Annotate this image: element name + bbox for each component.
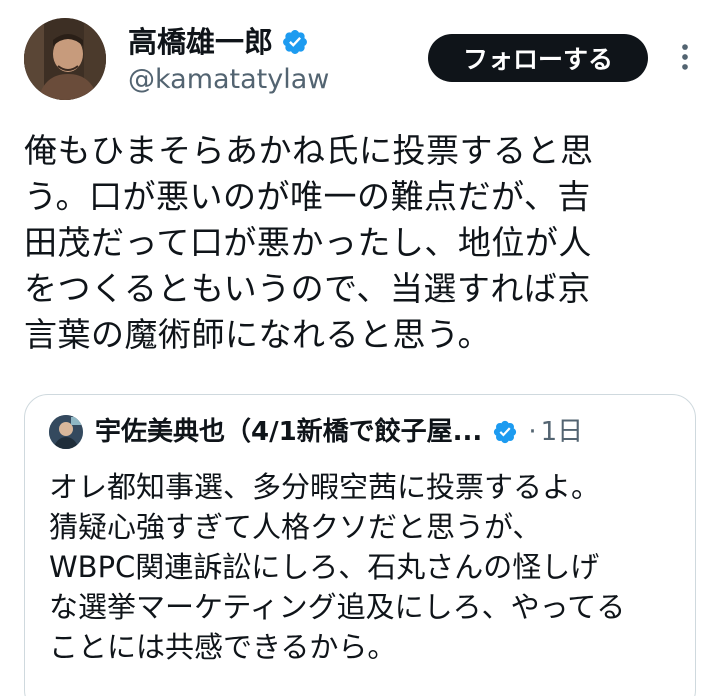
quoted-tweet-card[interactable]: 宇佐美典也（4/1新橋で餃子屋... · 1日 オレ都知事選、多分暇空茜に投票す… (24, 394, 696, 696)
tweet-line: をつくるともいうので、当選すれば京 (24, 269, 591, 308)
quoted-avatar-image (49, 415, 83, 449)
author-avatar[interactable] (24, 18, 106, 100)
tweet-body: 俺もひまそらあかね氏に投票すると思 う。口が悪いのが唯一の難点だが、吉 田茂だっ… (24, 128, 704, 358)
quoted-line: な選挙マーケティング追及にしろ、やってる (49, 590, 626, 624)
tweet-line: 田茂だって口が悪かったし、地位が人 (24, 223, 592, 262)
tweet-line: 言葉の魔術師になれると思う。 (24, 315, 492, 354)
more-options-icon[interactable] (668, 40, 702, 74)
avatar-photo (24, 18, 106, 100)
author-name-text: 高橋雄一郎 (128, 25, 274, 59)
author-display-name[interactable]: 高橋雄一郎 (128, 24, 309, 60)
tweet: 高橋雄一郎 @kamatatylaw フォローする 俺もひまそらあかね氏に投票す… (0, 0, 720, 696)
follow-button[interactable]: フォローする (428, 34, 648, 82)
tweet-line: 俺もひまそらあかね氏に投票すると思 (24, 131, 594, 170)
quoted-separator: · (528, 417, 537, 447)
quoted-line: WBPC関連訴訟にしろ、石丸さんの怪しげ (49, 550, 600, 584)
quoted-line: 猜疑心強すぎて人格クソだと思うが、 (49, 510, 542, 544)
quoted-verified-badge-icon (494, 420, 517, 444)
quoted-timestamp[interactable]: 1日 (541, 415, 584, 449)
quoted-line: ことには共感できるから。 (49, 630, 397, 664)
quoted-author-header: 宇佐美典也（4/1新橋で餃子屋... · 1日 (95, 415, 583, 449)
tweet-line: う。口が悪いのが唯一の難点だが、吉 (24, 177, 591, 216)
quoted-author-name: 宇佐美典也（4/1新橋で餃子屋... (95, 417, 483, 447)
quoted-line: オレ都知事選、多分暇空茜に投票するよ。 (49, 470, 601, 504)
author-handle[interactable]: @kamatatylaw (128, 62, 329, 98)
quoted-author-avatar (49, 415, 83, 449)
verified-badge-icon (283, 30, 307, 54)
quoted-tweet-body: オレ都知事選、多分暇空茜に投票するよ。 猜疑心強すぎて人格クソだと思うが、 WB… (49, 467, 689, 667)
